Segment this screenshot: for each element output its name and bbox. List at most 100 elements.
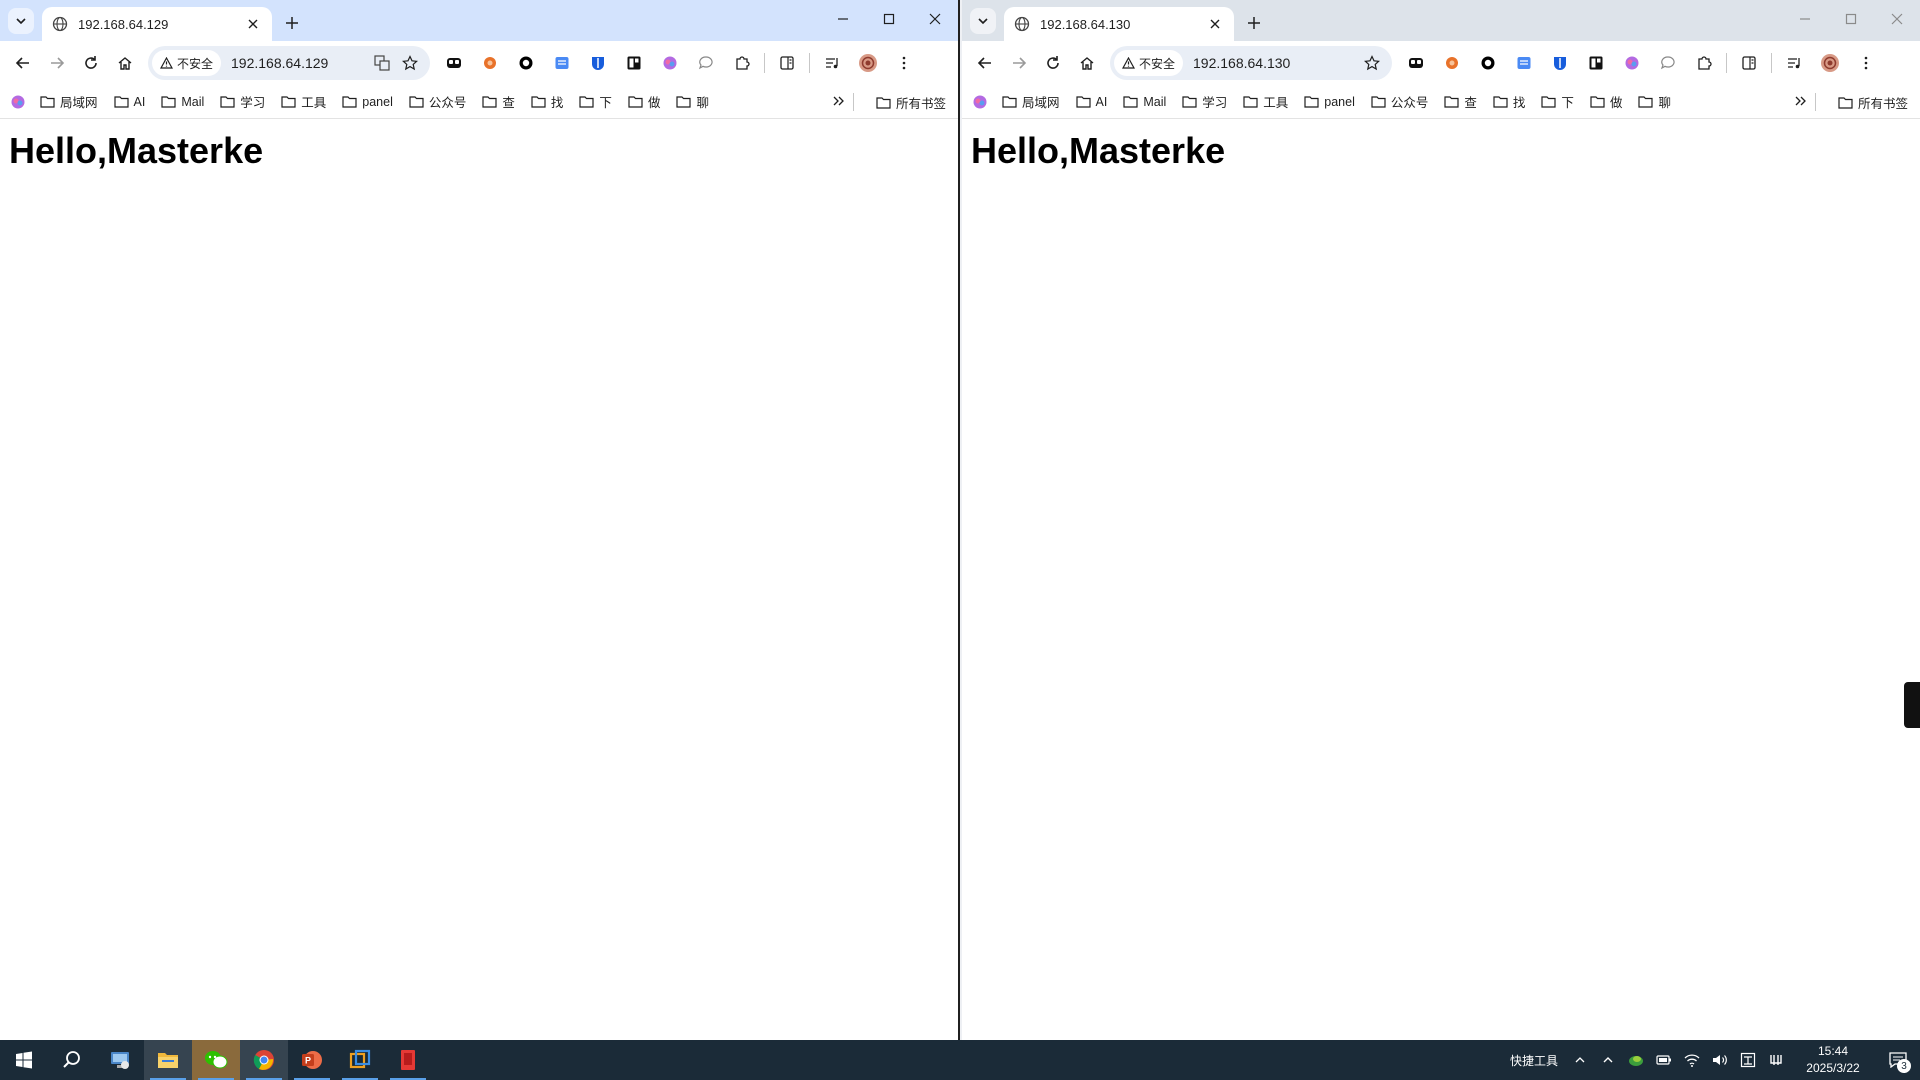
profile-avatar[interactable] (850, 46, 886, 80)
minimize-button[interactable] (820, 0, 866, 38)
taskbar-app-wechat[interactable] (192, 1040, 240, 1080)
menu-kebab-icon[interactable] (1848, 46, 1884, 80)
url-text[interactable]: 192.168.64.130 (1183, 55, 1358, 71)
forward-button[interactable] (1002, 46, 1036, 80)
start-button[interactable] (0, 1040, 48, 1080)
more-bookmarks-icon[interactable] (1794, 94, 1808, 108)
bookmark-folder[interactable]: Mail (161, 95, 204, 109)
bookmark-app-icon[interactable] (972, 94, 988, 110)
search-button[interactable] (48, 1040, 96, 1080)
extension-icon[interactable] (508, 46, 544, 80)
maximize-button[interactable] (1828, 0, 1874, 38)
side-panel-icon[interactable] (1731, 46, 1767, 80)
extension-icon[interactable] (544, 46, 580, 80)
chat-bubble-icon[interactable] (1650, 46, 1686, 80)
bookmark-folder[interactable]: 找 (531, 92, 563, 111)
taskbar-app-vmware[interactable] (336, 1040, 384, 1080)
media-controls-icon[interactable] (814, 46, 850, 80)
clock[interactable]: 15:44 2025/3/22 (1790, 1043, 1876, 1077)
bookmark-folder[interactable]: 学习 (220, 92, 265, 111)
side-panel-icon[interactable] (769, 46, 805, 80)
taskbar-app-reader[interactable] (384, 1040, 432, 1080)
taskbar-app-file-explorer[interactable] (144, 1040, 192, 1080)
wifi-icon[interactable] (1678, 1040, 1706, 1080)
double-chevron-icon[interactable] (1566, 1040, 1594, 1080)
bookmark-folder[interactable]: 做 (628, 92, 660, 111)
bookmark-folder[interactable]: panel (1304, 95, 1355, 109)
extension-icon[interactable] (1470, 46, 1506, 80)
bookmark-folder[interactable]: 聊 (1638, 92, 1671, 111)
tab-search-button[interactable] (970, 8, 996, 34)
battery-icon[interactable] (1650, 1040, 1678, 1080)
taskbar-app-powerpoint[interactable]: P (288, 1040, 336, 1080)
tab-search-button[interactable] (8, 8, 34, 34)
star-icon[interactable] (1358, 49, 1386, 77)
extension-icon[interactable] (1506, 46, 1542, 80)
back-button[interactable] (968, 46, 1002, 80)
bookmark-folder[interactable]: 工具 (1243, 92, 1288, 111)
bookmark-folder[interactable]: 学习 (1182, 92, 1227, 111)
url-text[interactable]: 192.168.64.129 (221, 55, 368, 71)
forward-button[interactable] (40, 46, 74, 80)
close-tab-icon[interactable] (244, 15, 262, 33)
bookmark-folder[interactable]: 下 (579, 92, 612, 111)
minimize-button[interactable] (1782, 0, 1828, 38)
bookmark-folder[interactable]: AI (113, 95, 145, 109)
bookmark-folder[interactable]: 公众号 (409, 92, 466, 111)
volume-icon[interactable] (1706, 1040, 1734, 1080)
extension-icon[interactable] (616, 46, 652, 80)
extension-icon[interactable] (1578, 46, 1614, 80)
tab-active[interactable]: 192.168.64.130 (1004, 7, 1234, 41)
quick-tools-label[interactable]: 快捷工具 (1510, 1052, 1558, 1069)
bookmark-folder[interactable]: Mail (1123, 95, 1166, 109)
taskbar-app-chrome[interactable] (240, 1040, 288, 1080)
taskbar-app-computer[interactable] (96, 1040, 144, 1080)
extension-icon[interactable] (1614, 46, 1650, 80)
new-tab-button[interactable] (1240, 9, 1268, 37)
bookmark-folder[interactable]: 找 (1493, 92, 1525, 111)
reload-button[interactable] (1036, 46, 1070, 80)
bookmark-folder[interactable]: 公众号 (1371, 92, 1428, 111)
home-button[interactable] (108, 46, 142, 80)
puzzle-icon[interactable] (1686, 46, 1722, 80)
chat-bubble-icon[interactable] (688, 46, 724, 80)
bookmark-folder[interactable]: 查 (482, 92, 515, 111)
more-bookmarks-icon[interactable] (832, 94, 846, 108)
bookmark-folder[interactable]: AI (1075, 95, 1107, 109)
translate-icon[interactable] (368, 49, 396, 77)
bookmark-folder[interactable]: 局域网 (40, 92, 98, 111)
all-bookmarks-folder[interactable]: 所有书签 (876, 85, 946, 119)
extension-icon[interactable] (1434, 46, 1470, 80)
network-sync-icon[interactable] (1622, 1040, 1650, 1080)
close-tab-icon[interactable] (1206, 15, 1224, 33)
bookmark-app-icon[interactable] (10, 94, 26, 110)
security-chip[interactable]: 不安全 (1114, 50, 1184, 76)
extension-icon[interactable] (436, 46, 472, 80)
address-bar[interactable]: 不安全 192.168.64.129 (148, 46, 430, 80)
chevron-up-icon[interactable] (1594, 1040, 1622, 1080)
bookmark-folder[interactable]: panel (342, 95, 393, 109)
bookmark-folder[interactable]: 局域网 (1002, 92, 1060, 111)
input-method-icon[interactable] (1734, 1040, 1762, 1080)
extension-icon[interactable] (652, 46, 688, 80)
address-bar[interactable]: 不安全 192.168.64.130 (1110, 46, 1392, 80)
notification-center-button[interactable]: 3 (1876, 1040, 1920, 1080)
media-controls-icon[interactable] (1776, 46, 1812, 80)
home-button[interactable] (1070, 46, 1104, 80)
extension-icon[interactable] (472, 46, 508, 80)
extension-icon[interactable] (1398, 46, 1434, 80)
extension-icon[interactable] (1542, 46, 1578, 80)
puzzle-icon[interactable] (724, 46, 760, 80)
all-bookmarks-folder[interactable]: 所有书签 (1838, 85, 1908, 119)
new-tab-button[interactable] (278, 9, 306, 37)
tab-active[interactable]: 192.168.64.129 (42, 7, 272, 41)
security-chip[interactable]: 不安全 (152, 50, 222, 76)
bookmark-folder[interactable]: 做 (1590, 92, 1622, 111)
close-window-button[interactable] (1874, 0, 1920, 38)
close-window-button[interactable] (912, 0, 958, 38)
profile-avatar[interactable] (1812, 46, 1848, 80)
ime-mode-icon[interactable] (1762, 1040, 1790, 1080)
bookmark-folder[interactable]: 工具 (281, 92, 326, 111)
extension-icon[interactable] (580, 46, 616, 80)
bookmark-folder[interactable]: 查 (1444, 92, 1477, 111)
